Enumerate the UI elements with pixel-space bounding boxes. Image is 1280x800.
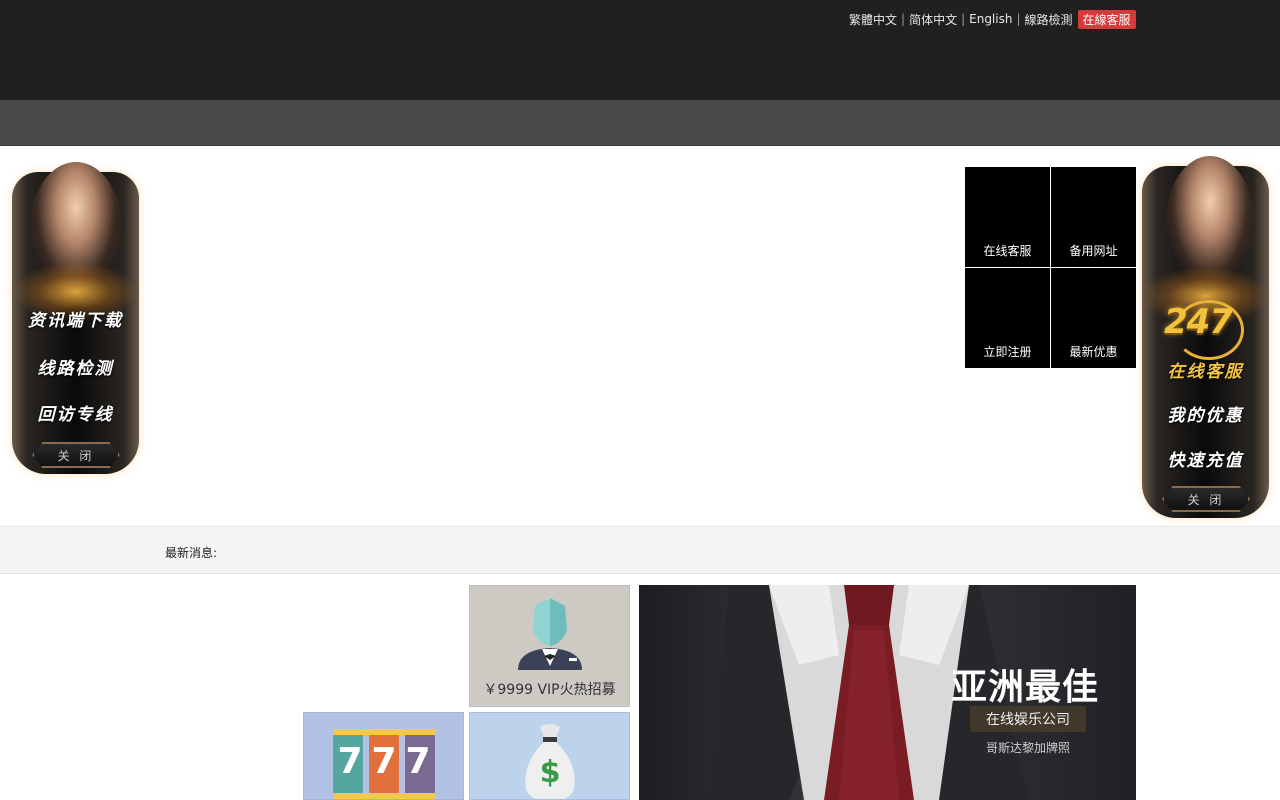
language-menu: 繁體中文 | 简体中文 | English | 線路檢測 在線客服	[849, 9, 1136, 29]
tile-money-bag[interactable]: $	[469, 712, 630, 800]
panel-item-line-check[interactable]: 线路检测	[22, 347, 129, 385]
lang-simplified-chinese[interactable]: 简体中文	[909, 11, 957, 28]
separator: |	[1016, 12, 1021, 26]
slot-symbol: 7	[405, 741, 431, 782]
panel-item-my-promotions[interactable]: 我的优惠	[1152, 394, 1259, 432]
live-chat-button[interactable]: 在線客服	[1077, 9, 1136, 29]
dollar-symbol: $	[539, 755, 561, 790]
panel-item-app-download[interactable]: 资讯端下载	[22, 299, 129, 337]
quick-link-online-service[interactable]: 在线客服	[965, 167, 1050, 267]
panel-item-quick-deposit[interactable]: 快速充值	[1152, 439, 1259, 477]
separator: |	[961, 12, 966, 26]
right-float-panel: 247 在线客服 我的优惠 快速充值 关 闭	[1142, 156, 1269, 518]
quick-link-register[interactable]: 立即注册	[965, 268, 1050, 368]
quick-link-promotions[interactable]: 最新优惠	[1051, 268, 1136, 368]
separator: |	[901, 12, 906, 26]
quick-links-grid: 在线客服 备用网址 立即注册 最新优惠	[965, 167, 1136, 368]
tile-vip-recruitment[interactable]: ￥9999 VIP火热招募	[469, 585, 630, 707]
banner-title: 亚洲最佳	[951, 667, 1100, 708]
news-bar: 最新消息:	[0, 526, 1280, 574]
lang-traditional-chinese[interactable]: 繁體中文	[849, 11, 897, 28]
banner-subtitle: 在线娱乐公司	[970, 706, 1086, 732]
slot-symbol: 7	[337, 741, 363, 782]
vip-caption: ￥9999 VIP火热招募	[483, 682, 616, 698]
nav-bar	[0, 100, 1280, 146]
news-label: 最新消息:	[165, 546, 218, 560]
panel-item-callback-line[interactable]: 回访专线	[22, 393, 129, 431]
tile-slot-games[interactable]: 777	[303, 712, 464, 800]
hero-banner[interactable]: 亚洲最佳 在线娱乐公司 哥斯达黎加牌照	[639, 585, 1136, 800]
banner-license: 哥斯达黎加牌照	[986, 741, 1071, 755]
line-check-link[interactable]: 線路檢測	[1025, 11, 1073, 28]
lang-english[interactable]: English	[969, 12, 1012, 26]
top-bar: 繁體中文 | 简体中文 | English | 線路檢測 在線客服	[0, 0, 1280, 100]
slot-symbols: 777	[333, 741, 435, 782]
left-float-panel: 资讯端下载 线路检测 回访专线 关 闭	[12, 162, 139, 474]
left-panel-close-button[interactable]: 关 闭	[32, 442, 120, 468]
slot-symbol: 7	[371, 741, 397, 782]
panel-item-online-service[interactable]: 在线客服	[1152, 350, 1259, 388]
quick-link-backup-url[interactable]: 备用网址	[1051, 167, 1136, 267]
right-panel-close-button[interactable]: 关 闭	[1162, 486, 1250, 512]
badge-247: 247	[1164, 302, 1233, 342]
